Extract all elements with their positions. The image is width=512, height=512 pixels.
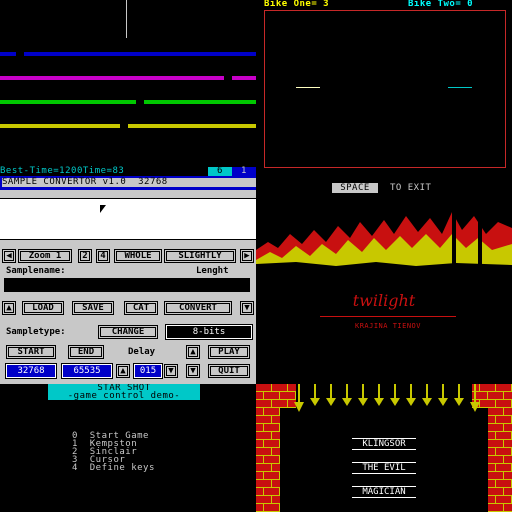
waveform-display[interactable] (0, 198, 256, 240)
start-value: 32768 (5, 363, 57, 379)
window-title: SAMPLE CONVERTOR v1.0 32768 (2, 178, 256, 187)
logo-underline (320, 316, 456, 317)
scroll-left-button[interactable]: ◀ (2, 249, 16, 263)
zoom-2-button[interactable]: 2 (78, 249, 92, 263)
twilight-title-screen: SPACE TO EXIT twilight KRAJINA TIENOV (256, 176, 512, 384)
sample-convertor-window: SAMPLE CONVERTOR v1.0 32768 ◀ Zoom 1 2 4… (0, 176, 256, 384)
star-shot-subtitle: -game control demo- (48, 392, 200, 401)
sampletype-label: Sampletype: (6, 327, 66, 337)
right-wall (488, 384, 512, 512)
cat-button[interactable]: CAT (124, 301, 158, 315)
samplename-label: Samplename: (6, 266, 66, 276)
zoom-4-button[interactable]: 4 (96, 249, 110, 263)
light-cycle-screen: Best-Time=1200Time=83 6 1 (0, 0, 256, 176)
start-button[interactable]: START (6, 345, 56, 359)
arena-border (264, 10, 506, 168)
magician-label: MAGICIAN (352, 486, 416, 498)
menu-list: 0 Start Game 1 Kempston 2 Sinclair 3 Cur… (72, 432, 155, 473)
bike-one-score: Bike One= 3 (264, 0, 330, 9)
slightly-button[interactable]: SLIGHTLY (164, 249, 236, 263)
menu-item-define-keys[interactable]: 4 Define keys (72, 463, 155, 473)
bike-arena-screen: Bike One= 3 Bike Two= 0 (256, 0, 512, 176)
play-button[interactable]: PLAY (208, 345, 250, 359)
bits-value: 8-bits (165, 324, 253, 340)
twilight-logo: twilight (352, 291, 416, 310)
scroll-right-button[interactable]: ▶ (240, 249, 254, 263)
delay-label: Delay (128, 347, 156, 357)
bike-one (296, 87, 320, 88)
convert-button[interactable]: CONVERT (164, 301, 232, 315)
change-button[interactable]: CHANGE (98, 325, 158, 339)
status-value: 1 (232, 167, 256, 176)
status-bar: Best-Time=1200Time=83 6 1 (0, 167, 256, 176)
scroll-up-button[interactable]: ▲ (2, 301, 16, 315)
delay-step-button[interactable]: ▼ (186, 364, 200, 378)
magenta-track-left (0, 76, 224, 80)
delay-down-button[interactable]: ▼ (164, 364, 178, 378)
castle-screen: KLINGSOR THE EVIL MAGICIAN (256, 384, 512, 512)
menu-label: Define keys (89, 463, 155, 473)
klingsor-label: KLINGSOR (352, 438, 416, 450)
blue-track-right (24, 52, 256, 56)
the-evil-label: THE EVIL (352, 462, 416, 474)
status-badge: 6 (208, 167, 232, 176)
samplename-field[interactable] (4, 278, 250, 292)
magenta-track-right (232, 76, 256, 80)
delay-up-button[interactable]: ▲ (186, 345, 200, 359)
yellow-track-left (0, 124, 120, 128)
scroll-down-button[interactable]: ▼ (240, 301, 254, 315)
delay-value: 015 (133, 363, 163, 379)
green-track-right (144, 100, 256, 104)
twilight-subtitle: KRAJINA TIENOV (354, 322, 421, 330)
fire-landscape (256, 210, 512, 276)
vertical-trail (126, 0, 127, 38)
end-value: 65535 (61, 363, 113, 379)
green-track-left (0, 100, 136, 104)
mouse-pointer-icon (100, 205, 106, 213)
whole-button[interactable]: WHOLE (114, 249, 162, 263)
ground-silhouette (256, 262, 512, 276)
end-step-button[interactable]: ▲ (116, 364, 130, 378)
tower-right (478, 218, 482, 264)
title-bar: SAMPLE CONVERTOR v1.0 32768 (0, 176, 256, 190)
zoom-1-button[interactable]: Zoom 1 (18, 249, 72, 263)
tower-left (452, 210, 456, 264)
length-label: Lenght (196, 266, 229, 276)
save-button[interactable]: SAVE (72, 301, 114, 315)
bike-two (448, 87, 472, 88)
left-wall (256, 384, 280, 512)
quit-button[interactable]: QUIT (208, 364, 250, 378)
menu-key: 4 (72, 463, 78, 473)
end-button[interactable]: END (68, 345, 104, 359)
load-button[interactable]: LOAD (22, 301, 64, 315)
blue-track-left (0, 52, 16, 56)
yellow-track-right (128, 124, 256, 128)
ceiling-spikes (294, 384, 480, 412)
star-shot-menu: STAR SHOT -game control demo- 0 Start Ga… (0, 384, 256, 512)
bike-two-score: Bike Two= 0 (408, 0, 474, 9)
time-readout: Best-Time=1200Time=83 (0, 166, 125, 176)
left-wall-arch (280, 384, 296, 408)
